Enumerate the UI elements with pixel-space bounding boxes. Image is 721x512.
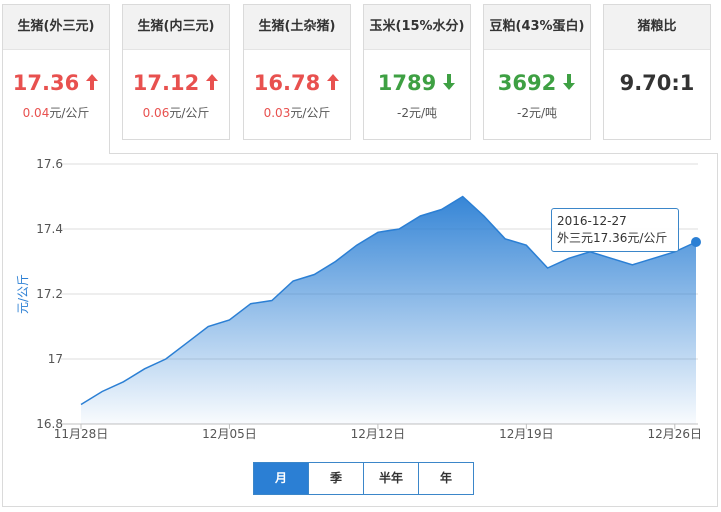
change-value: 0.04 [22,106,50,120]
arrow-down-icon [563,74,576,90]
card-title: 玉米(15%水分) [364,5,470,50]
price-value: 3692 [497,71,557,95]
price-card-pig-local[interactable]: 生猪(土杂猪) 16.78 0.03元/公斤 [243,4,351,140]
y-tick-label: 17.4 [36,222,63,236]
change-value: 0.06 [142,106,170,120]
change-value: -2 [516,106,529,120]
arrow-up-icon [327,74,340,90]
x-tick-label: 11月28日 [54,427,109,441]
tooltip-date: 2016-12-27 [557,214,627,228]
highlight-point [691,237,701,247]
price-value: 9.70:1 [619,71,695,95]
card-price: 17.36 [3,70,109,96]
tab-month[interactable]: 月 [254,463,309,494]
change-unit: 元/吨 [408,106,437,120]
price-value: 17.36 [12,71,80,95]
card-title: 生猪(内三元) [123,5,229,50]
card-change: 0.04元/公斤 [3,104,109,121]
change-value: -2 [396,106,409,120]
tab-quarter[interactable]: 季 [309,463,364,494]
change-unit: 元/吨 [528,106,557,120]
range-tabs: 月 季 半年 年 [253,462,474,495]
price-card-pig-grain-ratio[interactable]: 猪粮比 9.70:1 [603,4,711,140]
x-tick-label: 12月12日 [351,427,406,441]
card-price: 16.78 [244,70,350,96]
change-unit: 元/公斤 [290,106,331,120]
card-change: 0.03元/公斤 [244,104,350,121]
card-price: 1789 [364,70,470,96]
tooltip-text: 外三元17.36元/公斤 [557,231,668,245]
card-title: 生猪(土杂猪) [244,5,350,50]
x-tick-label: 12月19日 [499,427,554,441]
card-price: 9.70:1 [604,70,710,96]
card-title: 豆粕(43%蛋白) [484,5,590,50]
arrow-down-icon [443,74,456,90]
price-value: 1789 [377,71,437,95]
chart-tooltip: 2016-12-27 外三元17.36元/公斤 [551,208,679,252]
card-title: 生猪(外三元) [3,5,109,50]
card-change: -2元/吨 [484,104,590,121]
change-value: 0.03 [263,106,291,120]
x-tick-label: 12月05日 [202,427,257,441]
price-value: 16.78 [253,71,321,95]
y-tick-label: 17 [48,352,63,366]
chart-panel: 16.8 17 17.2 17.4 17.6 元/公斤 11月28日 12月05日 12月12日… [2,153,718,507]
price-card-soymeal[interactable]: 豆粕(43%蛋白) 3692 -2元/吨 [483,4,591,140]
card-change: -2元/吨 [364,104,470,121]
y-axis-label: 元/公斤 [16,274,30,314]
change-unit: 元/公斤 [49,106,90,120]
tab-half-year[interactable]: 半年 [364,463,419,494]
card-price: 17.12 [123,70,229,96]
arrow-up-icon [86,74,99,90]
card-price: 3692 [484,70,590,96]
price-card-pig-outer[interactable]: 生猪(外三元) 17.36 0.04元/公斤 [2,4,110,154]
price-chart: 16.81717.217.417.6元/公斤11月28日 12月05日 12月12日… [16,157,703,441]
x-tick-label: 12月26日 [648,427,703,441]
price-value: 17.12 [132,71,200,95]
y-tick-label: 17.2 [36,287,63,301]
y-tick-label: 17.6 [36,157,63,171]
tab-year[interactable]: 年 [419,463,473,494]
change-unit: 元/公斤 [169,106,210,120]
price-card-corn[interactable]: 玉米(15%水分) 1789 -2元/吨 [363,4,471,140]
price-card-pig-inner[interactable]: 生猪(内三元) 17.12 0.06元/公斤 [122,4,230,140]
card-title: 猪粮比 [604,5,710,50]
arrow-up-icon [206,74,219,90]
card-change: 0.06元/公斤 [123,104,229,121]
